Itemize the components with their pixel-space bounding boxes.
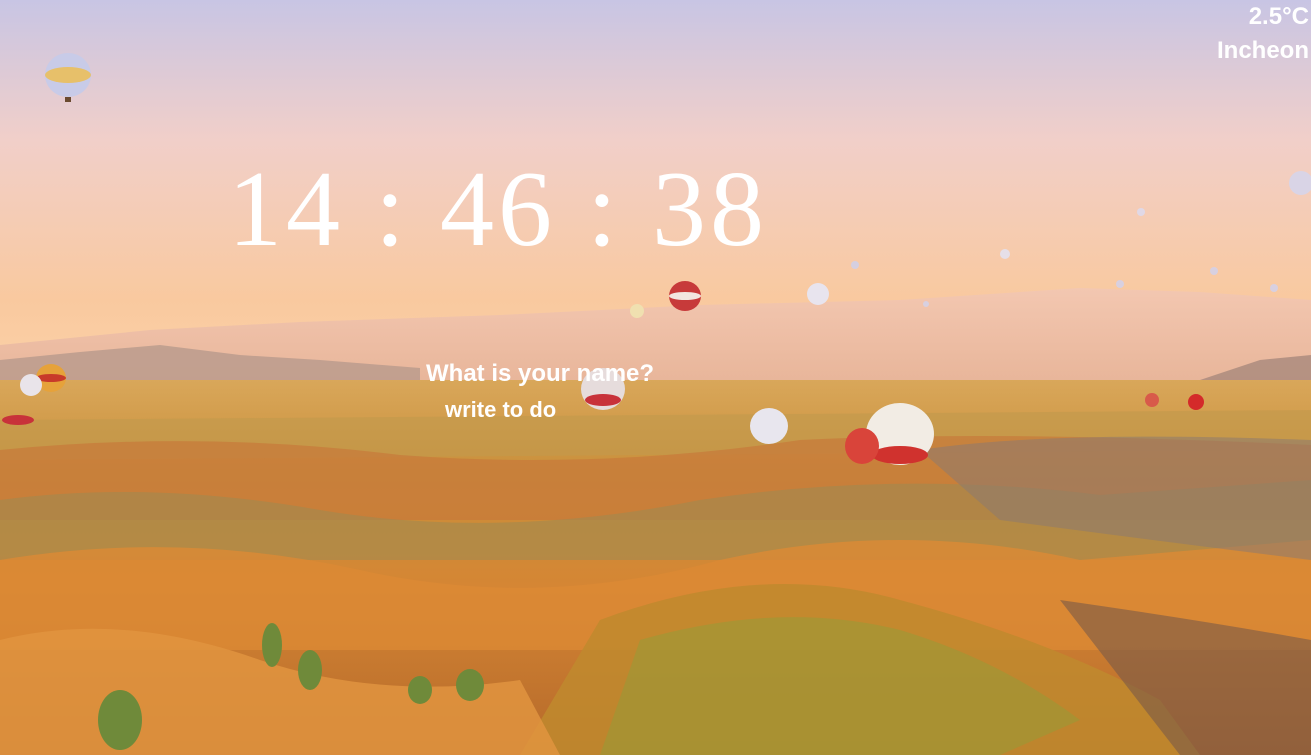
- todo-input[interactable]: [445, 394, 695, 426]
- weather-temperature: 2.5°C: [1248, 3, 1309, 30]
- todo-form: [445, 394, 695, 426]
- greeting-form: [426, 358, 726, 390]
- weather-widget: 2.5°C Incheon: [1217, 0, 1309, 68]
- weather-city: Incheon: [1216, 37, 1309, 64]
- clock: 14 : 46 : 38: [228, 150, 769, 269]
- name-input[interactable]: [426, 358, 726, 390]
